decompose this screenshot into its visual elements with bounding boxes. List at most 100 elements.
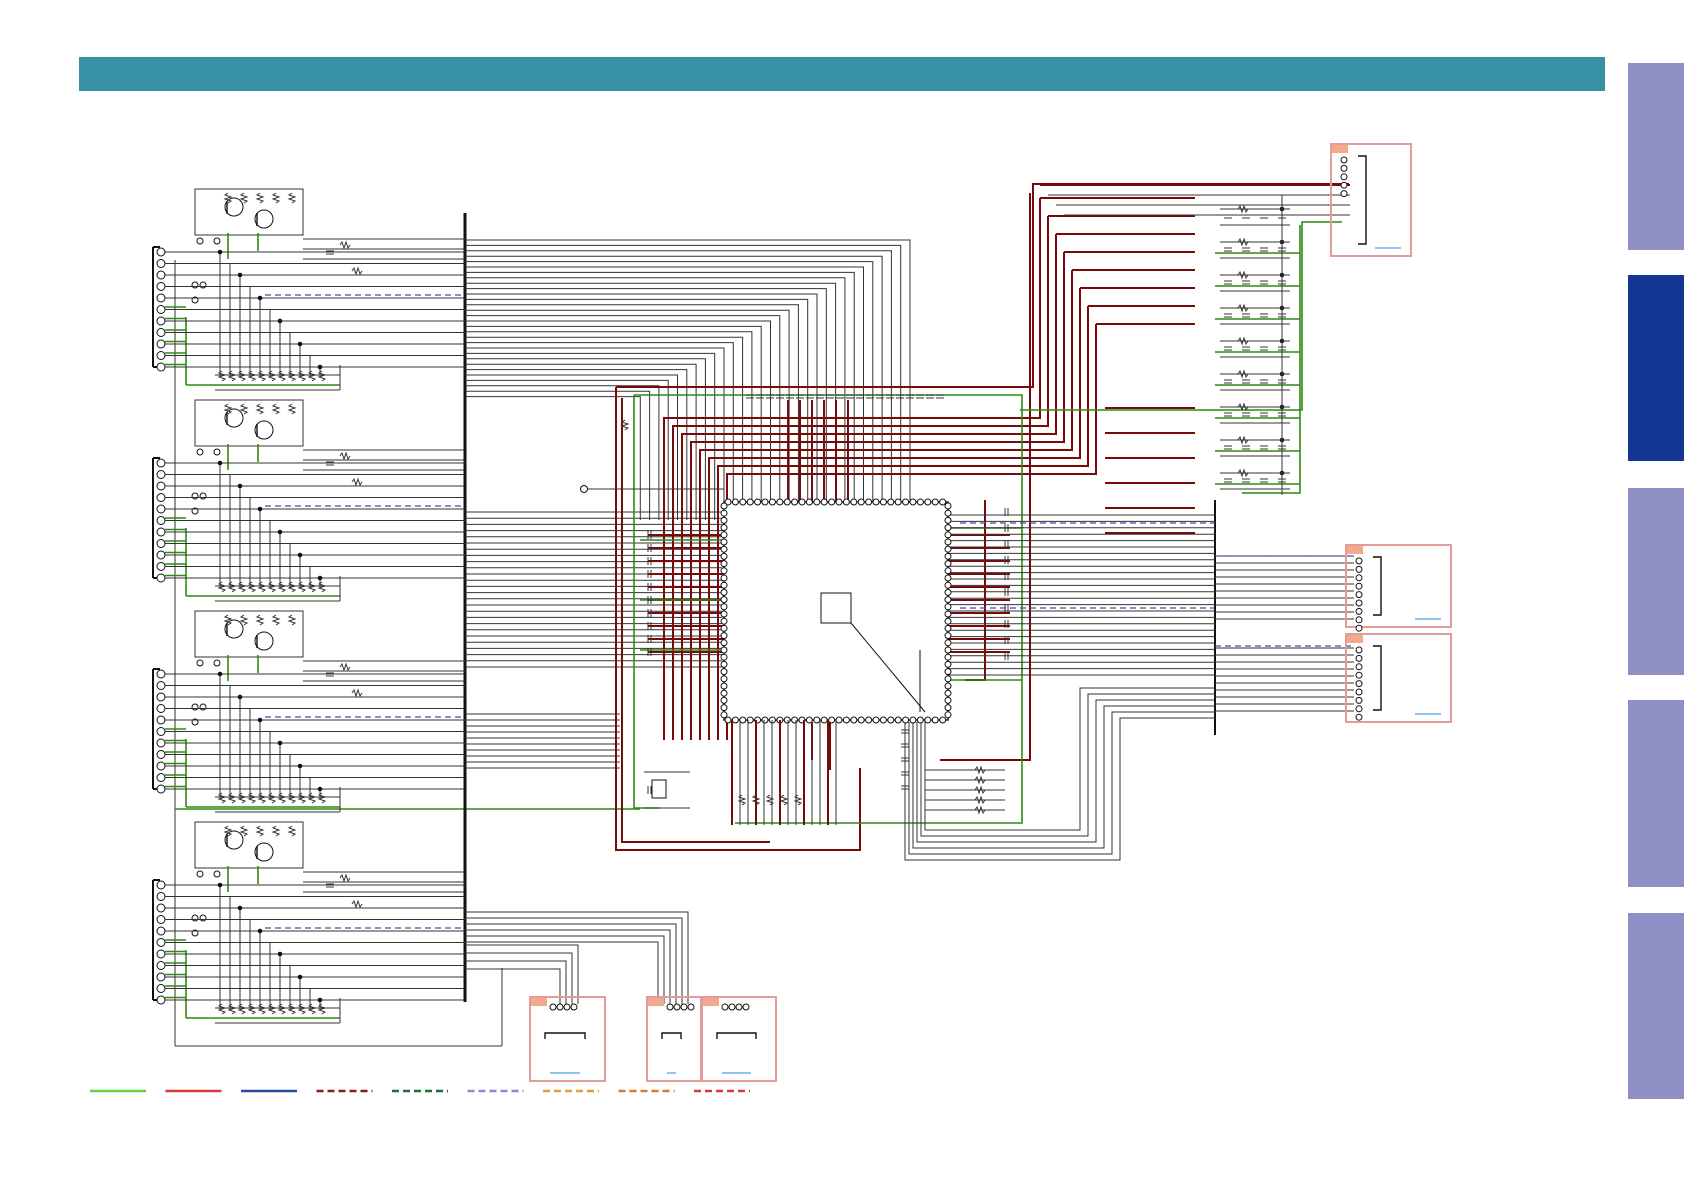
- mcu-pin: [768, 498, 776, 506]
- transistor-q2: [254, 209, 274, 229]
- mcu-pin: [813, 498, 821, 506]
- resistor: [255, 403, 265, 415]
- connector-pin: [1355, 705, 1363, 713]
- mcu-chip: [720, 498, 952, 724]
- connector-bottom-1: [529, 996, 606, 1082]
- mcu-pin: [798, 498, 806, 506]
- connector-tag: [531, 998, 547, 1006]
- mcu-pin: [720, 560, 728, 568]
- mcu-pin: [783, 498, 791, 506]
- jack-pin: [156, 481, 166, 491]
- mcu-pin: [944, 617, 952, 625]
- jack-pin: [156, 972, 166, 982]
- connector-pin: [556, 1003, 564, 1011]
- mcu-pin: [865, 498, 873, 506]
- bus-wire: [465, 944, 579, 1004]
- connector-tag: [1332, 145, 1348, 153]
- return-wire: [920, 693, 1215, 837]
- mcu-pin: [944, 588, 952, 596]
- connector-pin: [735, 1003, 743, 1011]
- mcu-pin: [944, 531, 952, 539]
- junction-dot: [237, 483, 243, 489]
- mcu-pin: [754, 498, 762, 506]
- jack-pin: [156, 880, 166, 890]
- resistor: [271, 403, 281, 415]
- mcu-pin: [887, 716, 895, 724]
- jack-pin: [156, 692, 166, 702]
- mcu-pin: [909, 498, 917, 506]
- mcu-pin: [720, 603, 728, 611]
- connector-pin: [1355, 582, 1363, 590]
- jack-pin: [156, 727, 166, 736]
- junction-dot: [257, 717, 263, 723]
- test-point: [199, 281, 207, 289]
- filter-network: [1040, 184, 1350, 495]
- junction-dot: [217, 249, 223, 255]
- test-point: [191, 914, 199, 922]
- mcu-pin: [857, 716, 865, 724]
- mcu-pin: [850, 716, 858, 724]
- connector-right-2: [1345, 633, 1452, 723]
- return-wire: [904, 717, 1215, 861]
- test-point: [196, 448, 204, 456]
- mcu-pin: [720, 646, 728, 654]
- connector-pin: [721, 1003, 729, 1011]
- bus-wire: [465, 293, 818, 520]
- jack-pin: [156, 504, 166, 514]
- mcu-pin: [720, 682, 728, 690]
- mcu-pin: [783, 716, 791, 724]
- bus-wire: [465, 379, 669, 520]
- resistor: [287, 192, 297, 204]
- connector-right-1: [1345, 544, 1452, 632]
- mcu-pin: [828, 498, 836, 506]
- jack-pin: [156, 903, 166, 913]
- connector-bracket: [1373, 645, 1382, 711]
- input-block-4: [152, 821, 465, 1024]
- mcu-pin: [944, 639, 952, 647]
- mcu-pin: [944, 624, 952, 632]
- jack-pin: [156, 516, 166, 525]
- mcu-pin: [902, 498, 910, 506]
- connector-pin: [687, 1003, 695, 1011]
- jack-pin: [156, 773, 166, 782]
- mcu-pin: [761, 716, 769, 724]
- mcu-pin: [857, 498, 865, 506]
- bus-wire: [465, 358, 706, 520]
- junction-dot: [297, 341, 303, 347]
- connector-pin: [1340, 164, 1348, 172]
- connector-tag: [648, 998, 664, 1006]
- jack-pin: [156, 995, 166, 1005]
- test-point: [580, 485, 588, 493]
- test-point: [199, 703, 207, 711]
- connector-pin: [1355, 696, 1363, 704]
- mcu-pin: [902, 716, 910, 724]
- mcu-pin: [731, 498, 739, 506]
- connector-pin: [1340, 181, 1348, 189]
- junction-dot: [237, 272, 243, 278]
- mcu-pin: [720, 545, 728, 553]
- jack-pin: [156, 562, 166, 571]
- junction-dot: [277, 318, 283, 324]
- mcu-pin: [776, 498, 784, 506]
- mcu-pin: [944, 516, 952, 524]
- jack-pin: [156, 458, 166, 468]
- jack-pin: [156, 247, 166, 257]
- mcu-pin: [924, 716, 932, 724]
- mcu-pin: [944, 596, 952, 604]
- mcu-pin: [731, 716, 739, 724]
- mcu-pin: [746, 498, 754, 506]
- mcu-pin: [835, 716, 843, 724]
- mcu-pin: [944, 567, 952, 575]
- ground-wire: [1242, 225, 1301, 494]
- mcu-pin: [944, 711, 952, 719]
- junction-dot: [237, 905, 243, 911]
- mcu-pin: [944, 675, 952, 683]
- transistor-frame: [194, 610, 304, 658]
- resistor: [287, 403, 297, 415]
- resistor: [255, 825, 265, 837]
- bus-wire: [465, 941, 659, 1004]
- mcu-pin: [720, 538, 728, 546]
- jack-pin: [156, 493, 166, 502]
- mcu-pin: [720, 660, 728, 668]
- junction-dot: [317, 997, 323, 1003]
